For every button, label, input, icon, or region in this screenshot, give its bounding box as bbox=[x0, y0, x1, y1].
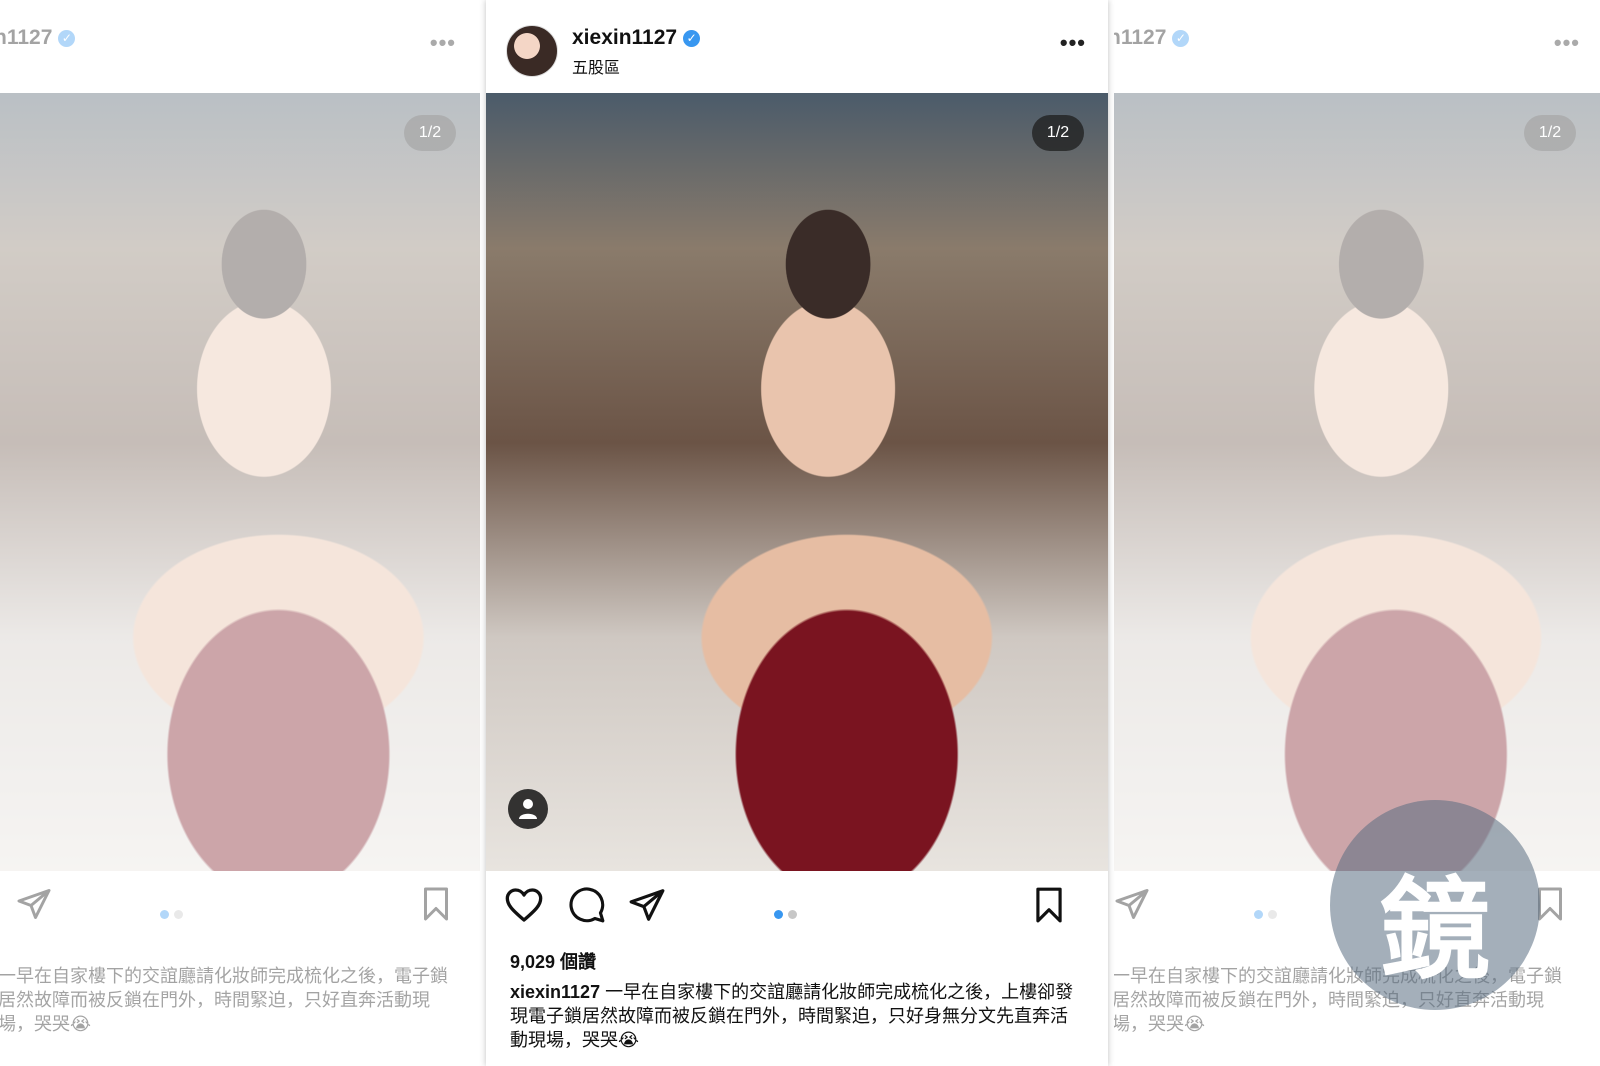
post-caption: 一早在自家樓下的交誼廳請化妝師完成梳化之後，電子鎖居然故障而被反鎖在門外，時間緊… bbox=[0, 966, 448, 1034]
verified-icon: ✓ bbox=[1172, 30, 1190, 47]
carousel-dot bbox=[1254, 910, 1263, 919]
post-username[interactable]: xiexin1127 ✓ bbox=[572, 26, 701, 50]
more-options-icon: ••• bbox=[429, 30, 456, 55]
post-header: xiexin1127 ✓ 五股區 ••• bbox=[486, 0, 1108, 93]
more-options-icon: ••• bbox=[1553, 30, 1580, 55]
carousel-counter: 1/2 bbox=[1524, 115, 1576, 151]
mirror-media-watermark-logo: 鏡 bbox=[1330, 800, 1540, 1010]
action-bar bbox=[0, 886, 480, 936]
post-username: n1127 ✓ bbox=[1114, 26, 1190, 50]
share-icon[interactable] bbox=[628, 886, 666, 924]
carousel-dot bbox=[788, 910, 797, 919]
more-options-icon[interactable]: ••• bbox=[1060, 30, 1086, 56]
carousel-dot bbox=[774, 910, 783, 919]
carousel-counter: 1/2 bbox=[1032, 115, 1084, 151]
avatar[interactable] bbox=[506, 25, 558, 77]
action-bar bbox=[486, 886, 1108, 936]
carousel-dots bbox=[774, 906, 802, 924]
carousel-dot bbox=[174, 910, 183, 919]
tagged-users-button[interactable] bbox=[508, 789, 548, 829]
like-count[interactable]: 9,029 個讚 bbox=[510, 948, 596, 974]
caption-username[interactable]: xiexin1127 bbox=[510, 982, 600, 1002]
left-post-preview: n1127 ✓ ••• 1/2 一早在自家樓下的交誼廳請化妝師完成梳化之後，電子鎖… bbox=[0, 0, 480, 1066]
post-caption: xiexin1127 一早在自家樓下的交誼廳請化妝師完成梳化之後，上樓卻發現電子… bbox=[510, 980, 1084, 1052]
carousel-dot bbox=[160, 910, 169, 919]
comment-icon[interactable] bbox=[568, 886, 606, 924]
carousel-dot bbox=[1268, 910, 1277, 919]
post-photo: 1/2 bbox=[0, 93, 480, 871]
post-location[interactable]: 五股區 bbox=[572, 54, 620, 78]
post-photo[interactable]: 1/2 bbox=[486, 93, 1108, 871]
bookmark-icon bbox=[424, 887, 448, 921]
post-header: n1127 ✓ ••• bbox=[0, 0, 480, 93]
like-heart-icon[interactable] bbox=[504, 886, 544, 924]
share-icon bbox=[17, 889, 51, 919]
carousel-dots bbox=[1254, 906, 1282, 924]
post-photo: 1/2 bbox=[1114, 93, 1600, 871]
verified-icon: ✓ bbox=[683, 30, 701, 47]
post-username: n1127 ✓ bbox=[0, 26, 76, 50]
carousel-counter: 1/2 bbox=[404, 115, 456, 151]
verified-icon: ✓ bbox=[58, 30, 76, 47]
post-header: n1127 ✓ ••• bbox=[1114, 0, 1600, 93]
share-icon bbox=[1115, 889, 1149, 919]
bookmark-icon[interactable] bbox=[1032, 886, 1066, 924]
instagram-post: xiexin1127 ✓ 五股區 ••• 1/2 9,029 個讚 xiexin… bbox=[486, 0, 1108, 1066]
carousel-dots bbox=[160, 906, 188, 924]
person-icon bbox=[519, 799, 537, 819]
